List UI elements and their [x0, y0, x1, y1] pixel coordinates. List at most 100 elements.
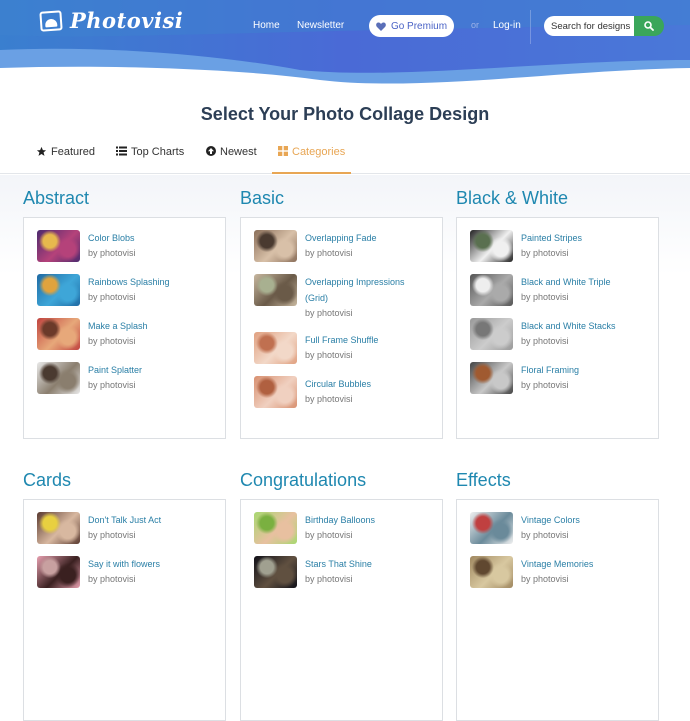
design-name-link[interactable]: Say it with flowers — [88, 556, 160, 572]
design-list-item[interactable]: Painted Stripes by photovisi — [470, 230, 646, 262]
photovisi-logo[interactable]: Photovisi — [39, 8, 184, 33]
design-name-link[interactable]: Vintage Memories — [521, 556, 593, 572]
design-thumbnail[interactable] — [254, 376, 297, 408]
category-title[interactable]: Basic — [240, 187, 443, 209]
design-name-link[interactable]: Paint Splatter — [88, 362, 142, 378]
design-list-item[interactable]: Black and White Triple by photovisi — [470, 274, 646, 306]
category-title[interactable]: Cards — [23, 469, 226, 491]
category-title[interactable]: Congratulations — [240, 469, 443, 491]
design-thumbnail[interactable] — [254, 274, 297, 306]
design-author: by photovisi — [88, 336, 136, 346]
design-name-link[interactable]: Floral Framing — [521, 362, 579, 378]
tab-featured-label: Featured — [51, 146, 96, 158]
page-title: Select Your Photo Collage Design — [200, 104, 490, 124]
nav-home-link[interactable]: Home — [253, 20, 280, 31]
tab-newest[interactable]: Newest — [206, 146, 257, 174]
design-thumbnail[interactable] — [254, 556, 297, 588]
design-name-link[interactable]: Full Frame Shuffle — [305, 332, 378, 348]
logo-text: Photovisi — [70, 8, 184, 33]
design-author: by photovisi — [88, 248, 136, 258]
search-input[interactable] — [544, 16, 634, 36]
design-text: Make a Splash by photovisi — [88, 318, 148, 350]
design-thumbnail[interactable] — [470, 556, 513, 588]
design-name-link[interactable]: Stars That Shine — [305, 556, 372, 572]
category-title[interactable]: Abstract — [23, 187, 226, 209]
design-thumbnail[interactable] — [37, 512, 80, 544]
design-thumbnail[interactable] — [470, 362, 513, 394]
design-list-item[interactable]: Stars That Shine by photovisi — [254, 556, 430, 588]
design-list-item[interactable]: Don't Talk Just Act by photovisi — [37, 512, 213, 544]
design-list-item[interactable]: Paint Splatter by photovisi — [37, 362, 213, 394]
design-list-item[interactable]: Circular Bubbles by photovisi — [254, 376, 430, 408]
grid-icon — [278, 146, 288, 156]
design-list-item[interactable]: Full Frame Shuffle by photovisi — [254, 332, 430, 364]
design-list-item[interactable]: Rainbows Splashing by photovisi — [37, 274, 213, 306]
design-list-item[interactable]: Make a Splash by photovisi — [37, 318, 213, 350]
design-thumbnail[interactable] — [254, 230, 297, 262]
design-author: by photovisi — [88, 380, 136, 390]
category-card: Painted Stripes by photovisi Black and Whi… — [456, 217, 659, 439]
design-name-link[interactable]: Color Blobs — [88, 230, 136, 246]
design-thumbnail[interactable] — [470, 274, 513, 306]
design-name-link[interactable]: Don't Talk Just Act — [88, 512, 161, 528]
design-thumbnail[interactable] — [470, 512, 513, 544]
design-thumbnail[interactable] — [254, 332, 297, 364]
nav-newsletter-link[interactable]: Newsletter — [297, 20, 344, 31]
design-list-item[interactable]: Vintage Colors by photovisi — [470, 512, 646, 544]
design-author: by photovisi — [521, 248, 569, 258]
design-list-item[interactable]: Floral Framing by photovisi — [470, 362, 646, 394]
category-section: Congratulations Birthday Balloons by photo… — [240, 469, 443, 721]
category-card: Don't Talk Just Act by photovisi Say it wi… — [23, 499, 226, 721]
tab-featured[interactable]: Featured — [36, 146, 95, 174]
design-author: by photovisi — [88, 292, 136, 302]
design-thumbnail[interactable] — [37, 230, 80, 262]
design-name-link[interactable]: Black and White Stacks — [521, 318, 616, 334]
design-list-item[interactable]: Say it with flowers by photovisi — [37, 556, 213, 588]
design-text: Floral Framing by photovisi — [521, 362, 579, 394]
category-card: Vintage Colors by photovisi Vintage Memori… — [456, 499, 659, 721]
design-thumbnail[interactable] — [37, 362, 80, 394]
category-title[interactable]: Effects — [456, 469, 659, 491]
category-section: Abstract Color Blobs by photovisi Rainbows … — [23, 187, 226, 439]
design-thumbnail[interactable] — [37, 274, 80, 306]
design-name-link[interactable]: Birthday Balloons — [305, 512, 375, 528]
design-name-link[interactable]: Painted Stripes — [521, 230, 582, 246]
design-thumbnail[interactable] — [37, 318, 80, 350]
design-thumbnail[interactable] — [470, 230, 513, 262]
or-separator-text: or — [471, 20, 480, 30]
design-text: Black and White Triple by photovisi — [521, 274, 611, 306]
login-link[interactable]: Log-in — [493, 20, 521, 31]
category-section: Effects Vintage Colors by photovisi Vintage… — [456, 469, 659, 721]
design-text: Rainbows Splashing by photovisi — [88, 274, 170, 306]
design-list-item[interactable]: Vintage Memories by photovisi — [470, 556, 646, 588]
design-name-link[interactable]: Vintage Colors — [521, 512, 580, 528]
go-premium-button[interactable]: Go Premium — [369, 15, 454, 37]
design-list-item[interactable]: Overlapping Fade by photovisi — [254, 230, 430, 262]
design-list-item[interactable]: Black and White Stacks by photovisi — [470, 318, 646, 350]
design-text: Don't Talk Just Act by photovisi — [88, 512, 161, 544]
tab-top-charts-label: Top Charts — [131, 146, 185, 158]
tab-categories[interactable]: Categories — [272, 146, 352, 174]
design-text: Vintage Memories by photovisi — [521, 556, 593, 588]
design-author: by photovisi — [521, 292, 569, 302]
design-list-item[interactable]: Birthday Balloons by photovisi — [254, 512, 430, 544]
design-name-link[interactable]: Black and White Triple — [521, 274, 611, 290]
search-button[interactable] — [634, 16, 664, 36]
category-title[interactable]: Black & White — [456, 187, 659, 209]
design-list-item[interactable]: Color Blobs by photovisi — [37, 230, 213, 262]
go-premium-label: Go Premium — [390, 20, 448, 32]
design-thumbnail[interactable] — [254, 512, 297, 544]
design-name-link[interactable]: Rainbows Splashing — [88, 274, 170, 290]
design-author: by photovisi — [305, 350, 353, 360]
design-name-link[interactable]: Make a Splash — [88, 318, 148, 334]
design-list-item[interactable]: Overlapping Impressions (Grid) by photovi… — [254, 274, 430, 320]
design-text: Color Blobs by photovisi — [88, 230, 136, 262]
header-divider — [530, 10, 531, 44]
tab-top-charts[interactable]: Top Charts — [116, 146, 184, 174]
design-name-link[interactable]: Overlapping Impressions (Grid) — [305, 274, 420, 306]
category-section: Cards Don't Talk Just Act by photovisi Say … — [23, 469, 226, 721]
design-name-link[interactable]: Circular Bubbles — [305, 376, 371, 392]
design-thumbnail[interactable] — [470, 318, 513, 350]
design-thumbnail[interactable] — [37, 556, 80, 588]
design-name-link[interactable]: Overlapping Fade — [305, 230, 377, 246]
